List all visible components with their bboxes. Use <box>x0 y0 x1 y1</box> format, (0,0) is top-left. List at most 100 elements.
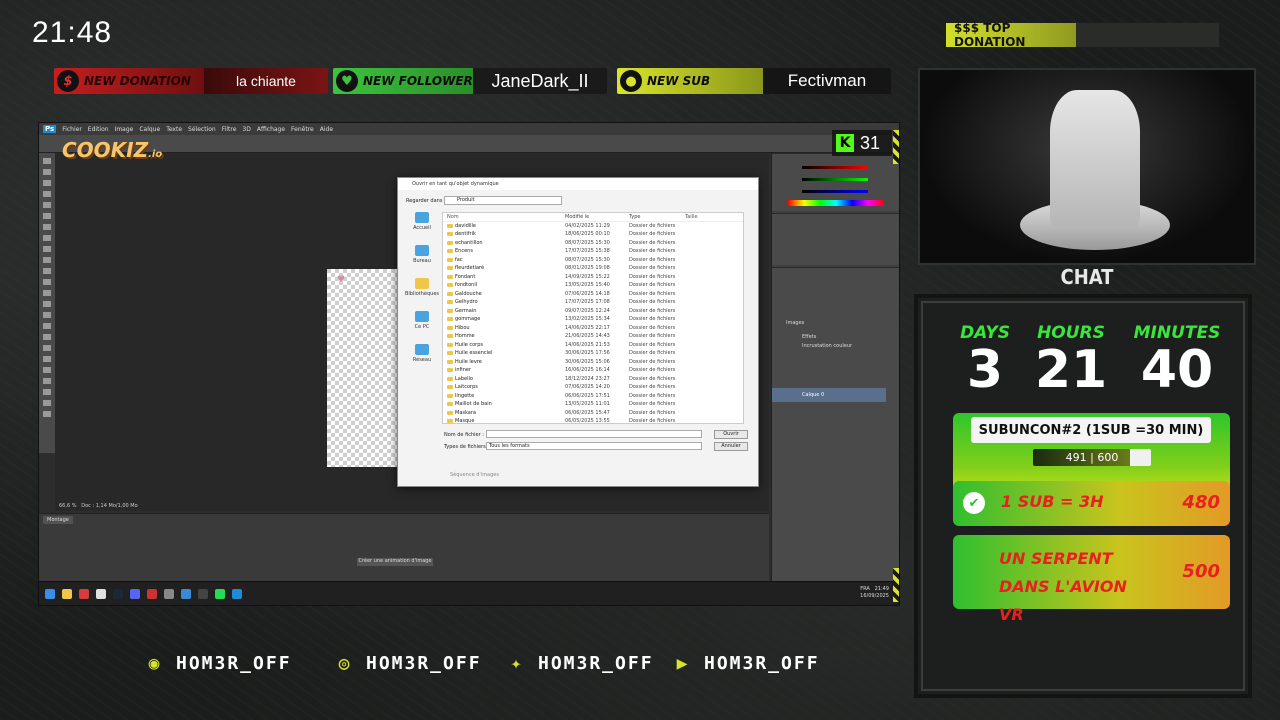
file-row[interactable]: Huile levre 30/06/2025 15:06 Dossier de fi… <box>443 358 743 367</box>
explorer-icon[interactable] <box>62 588 72 599</box>
sponsor-logo: COOKIZ.io <box>62 138 163 162</box>
file-name-label: Nom de fichier : <box>444 432 484 438</box>
chrome-icon[interactable] <box>96 588 106 599</box>
file-row[interactable]: fleurdetiaré 08/01/2025 19:08 Dossier de f… <box>443 264 743 273</box>
file-row[interactable]: Huile essenciel 30/06/2025 17:56 Dossier d… <box>443 349 743 358</box>
file-row[interactable]: Hibou 14/06/2025 22:17 Dossier de fichiers <box>443 324 743 333</box>
look-in-select[interactable]: Produit <box>444 196 562 205</box>
file-row[interactable]: infiner 16/06/2025 16:14 Dossier de fichie… <box>443 366 743 375</box>
file-row[interactable]: Laitcorps 07/06/2025 14:20 Dossier de fich… <box>443 383 743 392</box>
steam-icon[interactable] <box>113 588 123 599</box>
users-icon: ● <box>620 70 642 92</box>
file-row[interactable]: Germain 09/07/2025 12:24 Dossier de fichie… <box>443 307 743 316</box>
file-row[interactable]: Fondant 14/09/2025 15:22 Dossier de fichie… <box>443 273 743 282</box>
tray-date: 16/09/2025 <box>860 593 889 599</box>
timeline-tab[interactable]: Montage <box>43 516 73 524</box>
menu-item[interactable]: Texte <box>166 126 182 133</box>
file-list-header: Nom Modifié le Type Taille <box>443 213 743 222</box>
col-modified[interactable]: Modifié le <box>565 214 629 220</box>
image-sequence-checkbox[interactable]: Séquence d'images <box>450 472 499 478</box>
folder-icon <box>447 291 453 296</box>
col-type[interactable]: Type <box>629 214 685 220</box>
cancel-button[interactable]: Annuler <box>714 442 748 451</box>
folder-icon <box>447 308 453 313</box>
photoshop-toolbox[interactable] <box>39 153 55 453</box>
sub-goal-title: SUBUNCON#2 (1SUB =30 MIN) <box>971 417 1211 443</box>
discord-app-icon[interactable] <box>130 588 140 599</box>
menu-item[interactable]: Calque <box>139 126 160 133</box>
place-libraries[interactable]: Bibliothèques <box>404 278 440 297</box>
app-icon[interactable] <box>215 588 225 599</box>
screen-share: Ps Fichier Edition Image Calque Texte Sé… <box>38 122 900 606</box>
photoshop-taskbar-icon[interactable] <box>232 588 242 599</box>
place-desktop[interactable]: Bureau <box>404 245 440 264</box>
file-row[interactable]: dentifrik 18/06/2025 00:10 Dossier de fich… <box>443 230 743 239</box>
computer-icon <box>415 311 429 322</box>
look-in-label: Regarder dans : <box>406 198 446 204</box>
file-row[interactable]: Masque 06/05/2025 13:55 Dossier de fichier… <box>443 417 743 423</box>
start-icon[interactable] <box>45 588 55 599</box>
app-icon[interactable] <box>198 588 208 599</box>
folder-icon <box>447 376 453 381</box>
app-icon[interactable] <box>147 588 157 599</box>
layer-calque-0[interactable]: Calque 0 <box>772 388 886 402</box>
file-name: Maillot de bain <box>443 401 565 407</box>
layer-images[interactable]: Images <box>786 320 804 326</box>
file-row[interactable]: davidille 04/02/2025 11:29 Dossier de fich… <box>443 222 743 231</box>
create-animation-button[interactable]: Créer une animation d'image <box>357 558 433 566</box>
file-row[interactable]: echantillon 08/07/2025 15:30 Dossier de fi… <box>443 239 743 248</box>
file-date: 21/06/2025 14:43 <box>565 333 610 340</box>
file-row[interactable]: fac 08/07/2025 15:30 Dossier de fichiers <box>443 256 743 265</box>
file-type: Dossier de fichiers <box>629 231 676 238</box>
heart-icon: ♥ <box>336 70 358 92</box>
place-home[interactable]: Accueil <box>404 212 440 231</box>
file-date: 08/07/2025 15:30 <box>565 239 610 246</box>
file-row[interactable]: fondtonil 13/05/2025 15:40 Dossier de fich… <box>443 281 743 290</box>
menu-item[interactable]: Fichier <box>62 126 82 133</box>
file-row[interactable]: Galdouche 07/06/2025 14:18 Dossier de fich… <box>443 290 743 299</box>
layer-color-overlay[interactable]: Incrustation couleur <box>802 343 852 349</box>
file-row[interactable]: Gelhydro 17/07/2025 17:08 Dossier de fichi… <box>443 298 743 307</box>
app-icon[interactable] <box>164 588 174 599</box>
file-name: Germain <box>443 308 565 314</box>
photoshop-menubar: Ps Fichier Edition Image Calque Texte Sé… <box>39 123 899 135</box>
place-network[interactable]: Réseau <box>404 344 440 363</box>
col-size[interactable]: Taille <box>685 214 725 220</box>
menu-item[interactable]: Filtre <box>222 126 237 133</box>
file-type-select[interactable]: Tous les formats <box>486 442 702 450</box>
menu-item[interactable]: Image <box>115 126 134 133</box>
system-tray: FRA 21:49 16/09/2025 <box>860 586 889 600</box>
file-row[interactable]: Labello 18/12/2024 23:27 Dossier de fichie… <box>443 375 743 384</box>
file-row[interactable]: Encens 17/07/2025 15:38 Dossier de fichier… <box>443 247 743 256</box>
place-this-pc[interactable]: Ce PC <box>404 311 440 330</box>
corner-decoration <box>893 568 899 602</box>
milestone-2-name: UN SERPENT DANS L'AVION VR <box>999 549 1127 624</box>
file-row[interactable]: Maillot de bain 13/05/2025 11:01 Dossier d… <box>443 400 743 409</box>
brave-icon[interactable] <box>79 588 89 599</box>
file-name-input[interactable] <box>486 430 702 438</box>
file-name: Gelhydro <box>443 299 565 305</box>
tray-language[interactable]: FRA <box>860 586 870 592</box>
folder-icon <box>447 266 453 271</box>
folder-icon <box>447 410 453 415</box>
menu-item[interactable]: Affichage <box>257 126 285 133</box>
app-icon[interactable] <box>181 588 191 599</box>
file-row[interactable]: Homme 21/06/2025 14:43 Dossier de fichiers <box>443 332 743 341</box>
file-type: Dossier de fichiers <box>629 384 676 391</box>
file-row[interactable]: gommage 13/02/2025 15:34 Dossier de fichie… <box>443 315 743 324</box>
file-row[interactable]: Huile corps 14/06/2025 21:53 Dossier de fi… <box>443 341 743 350</box>
open-button[interactable]: Ouvrir <box>714 430 748 439</box>
menu-item[interactable]: Sélection <box>188 126 216 133</box>
menu-item[interactable]: Aide <box>320 126 333 133</box>
layer-effects[interactable]: Effets <box>802 334 816 340</box>
file-name: infiner <box>443 367 565 373</box>
printed-object <box>1050 90 1140 230</box>
stream-clock: 21:48 <box>32 16 113 49</box>
menu-item[interactable]: Edition <box>88 126 109 133</box>
menu-item[interactable]: 3D <box>242 126 250 133</box>
menu-item[interactable]: Fenêtre <box>291 126 314 133</box>
photoshop-timeline: Montage Créer une animation d'image <box>39 513 769 583</box>
col-name[interactable]: Nom <box>443 214 565 220</box>
file-row[interactable]: Maskara 06/06/2025 15:47 Dossier de fichie… <box>443 409 743 418</box>
file-row[interactable]: lingette 06/06/2025 17:51 Dossier de fichi… <box>443 392 743 401</box>
